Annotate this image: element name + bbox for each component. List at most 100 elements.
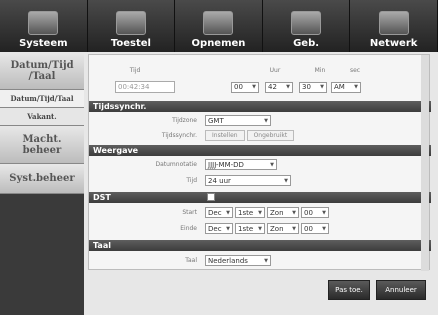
tab-toestel[interactable]: Toestel: [87, 0, 176, 52]
dst-end-label: Einde: [180, 225, 197, 232]
tab-label: Toestel: [110, 38, 151, 49]
dst-end-day: Zon: [270, 224, 284, 233]
tab-netwerk[interactable]: Netwerk: [350, 0, 438, 52]
dst-end-week: 1ste: [238, 224, 254, 233]
min-value: 42: [268, 83, 277, 91]
dst-start-month-select[interactable]: Dec ▼: [205, 207, 233, 218]
section-weergave: Weergave: [89, 145, 431, 156]
tab-label: Netwerk: [369, 38, 418, 49]
timezone-label: Tijdzone: [172, 117, 197, 124]
section-taal: Taal: [89, 240, 431, 251]
chevron-down-icon: ▼: [292, 209, 296, 216]
timeformat-select[interactable]: 24 uur ▼: [205, 175, 291, 186]
timeformat-value: 24 uur: [208, 176, 231, 185]
sync-row: Tijdssynchr. Instellen Ongebruikt: [89, 130, 431, 141]
sync-settings-button[interactable]: Instellen: [205, 130, 245, 141]
dst-title: DST: [93, 193, 111, 202]
dst-checkbox[interactable]: [207, 193, 215, 201]
chevron-down-icon: ▼: [264, 117, 268, 124]
tab-systeem[interactable]: Systeem: [0, 0, 88, 52]
dst-end-row: Einde Dec ▼ 1ste ▼ Zon ▼ 00 ▼: [89, 223, 431, 234]
tab-label: Opnemen: [191, 38, 246, 49]
dst-start-hour: 00: [304, 208, 313, 217]
section-dst: DST: [89, 192, 431, 203]
sidebar-item-syst-beheer[interactable]: Syst.beheer: [0, 164, 84, 194]
rec-icon: [203, 11, 234, 35]
chevron-down-icon: ▼: [354, 84, 358, 90]
tab-opnemen[interactable]: Opnemen: [175, 0, 263, 52]
tab-geb[interactable]: Geb.: [262, 0, 351, 52]
chevron-down-icon: ▼: [258, 225, 262, 232]
monitor-icon: [28, 11, 59, 35]
dst-end-month-select[interactable]: Dec ▼: [205, 223, 233, 234]
language-value: Nederlands: [208, 256, 248, 265]
hour-label: Uur: [269, 67, 281, 74]
dst-end-week-select[interactable]: 1ste ▼: [235, 223, 265, 234]
hour-select[interactable]: 00 ▼: [231, 81, 259, 93]
timezone-value: GMT: [208, 116, 224, 125]
chevron-down-icon: ▼: [286, 84, 290, 90]
top-nav: Systeem Toestel Opnemen Geb. Netwerk: [0, 0, 438, 52]
cancel-button[interactable]: Annuleer: [376, 280, 426, 300]
sidebar-item-macht-beheer[interactable]: Macht. beheer: [0, 126, 84, 164]
sec-select[interactable]: 30 ▼: [299, 81, 327, 93]
dateformat-row: Datumnotatie JJJJ-MM-DD ▼: [89, 159, 431, 170]
min-label: Min: [314, 67, 326, 74]
scrollbar[interactable]: [421, 55, 429, 271]
sec-label: sec: [349, 67, 361, 74]
event-icon: [291, 11, 322, 35]
language-row: Taal Nederlands ▼: [89, 255, 431, 266]
time-value-row: 00:42:34 00 ▼ 42 ▼ 30 ▼ AM ▼: [89, 81, 431, 93]
sidebar-subitem-vakant[interactable]: Vakant.: [0, 108, 84, 126]
tab-label: Geb.: [293, 38, 320, 49]
chevron-down-icon: ▼: [264, 257, 268, 264]
language-select[interactable]: Nederlands ▼: [205, 255, 271, 266]
dst-start-month: Dec: [208, 208, 222, 217]
dst-end-month: Dec: [208, 224, 222, 233]
timezone-row: Tijdzone GMT ▼: [89, 115, 431, 126]
tab-label: Systeem: [19, 38, 68, 49]
ampm-select[interactable]: AM ▼: [331, 81, 361, 93]
chevron-down-icon: ▼: [226, 225, 230, 232]
ampm-value: AM: [334, 83, 345, 91]
dateformat-label: Datumnotatie: [155, 161, 197, 168]
timeformat-label: Tijd: [186, 177, 197, 184]
settings-panel: Tijd Uur Min sec 00:42:34 00 ▼ 42 ▼ 30 ▼ AM…: [88, 54, 431, 271]
sidebar-item-datum-tijd-taal[interactable]: Datum/Tijd /Taal: [0, 52, 84, 90]
sidebar-subitem-datum-tijd-taal[interactable]: Datum/Tijd/Taal: [0, 90, 84, 108]
timezone-select[interactable]: GMT ▼: [205, 115, 271, 126]
dst-start-day-select[interactable]: Zon ▼: [267, 207, 299, 218]
dst-start-week-select[interactable]: 1ste ▼: [235, 207, 265, 218]
dateformat-value: JJJJ-MM-DD: [208, 160, 244, 169]
chevron-down-icon: ▼: [322, 225, 326, 232]
sidebar: Datum/Tijd /Taal Datum/Tijd/Taal Vakant.…: [0, 52, 84, 315]
language-label: Taal: [185, 257, 197, 264]
dst-start-hour-select[interactable]: 00 ▼: [301, 207, 329, 218]
hour-value: 00: [234, 83, 243, 91]
chevron-down-icon: ▼: [258, 209, 262, 216]
main-panel: Tijd Uur Min sec 00:42:34 00 ▼ 42 ▼ 30 ▼ AM…: [84, 52, 438, 315]
dst-end-day-select[interactable]: Zon ▼: [267, 223, 299, 234]
section-tijdssynchr: Tijdssynchr.: [89, 101, 431, 112]
chevron-down-icon: ▼: [320, 84, 324, 90]
current-time-field[interactable]: 00:42:34: [115, 81, 175, 93]
sync-unused-button[interactable]: Ongebruikt: [246, 130, 295, 141]
dst-start-label: Start: [182, 209, 197, 216]
dst-end-hour-select[interactable]: 00 ▼: [301, 223, 329, 234]
dst-end-hour: 00: [304, 224, 313, 233]
sync-label: Tijdssynchr.: [161, 132, 197, 139]
sec-value: 30: [302, 83, 311, 91]
apply-button[interactable]: Pas toe.: [328, 280, 370, 300]
chevron-down-icon: ▼: [270, 161, 274, 168]
dst-start-day: Zon: [270, 208, 284, 217]
chevron-down-icon: ▼: [252, 84, 256, 90]
dateformat-select[interactable]: JJJJ-MM-DD ▼: [205, 159, 277, 170]
time-header-row: Tijd Uur Min sec: [89, 67, 431, 74]
camera-icon: [115, 11, 146, 35]
chevron-down-icon: ▼: [292, 225, 296, 232]
dst-start-week: 1ste: [238, 208, 254, 217]
network-icon: [378, 11, 409, 35]
min-select[interactable]: 42 ▼: [265, 81, 293, 93]
timeformat-row: Tijd 24 uur ▼: [89, 175, 431, 186]
time-label: Tijd: [129, 67, 141, 74]
